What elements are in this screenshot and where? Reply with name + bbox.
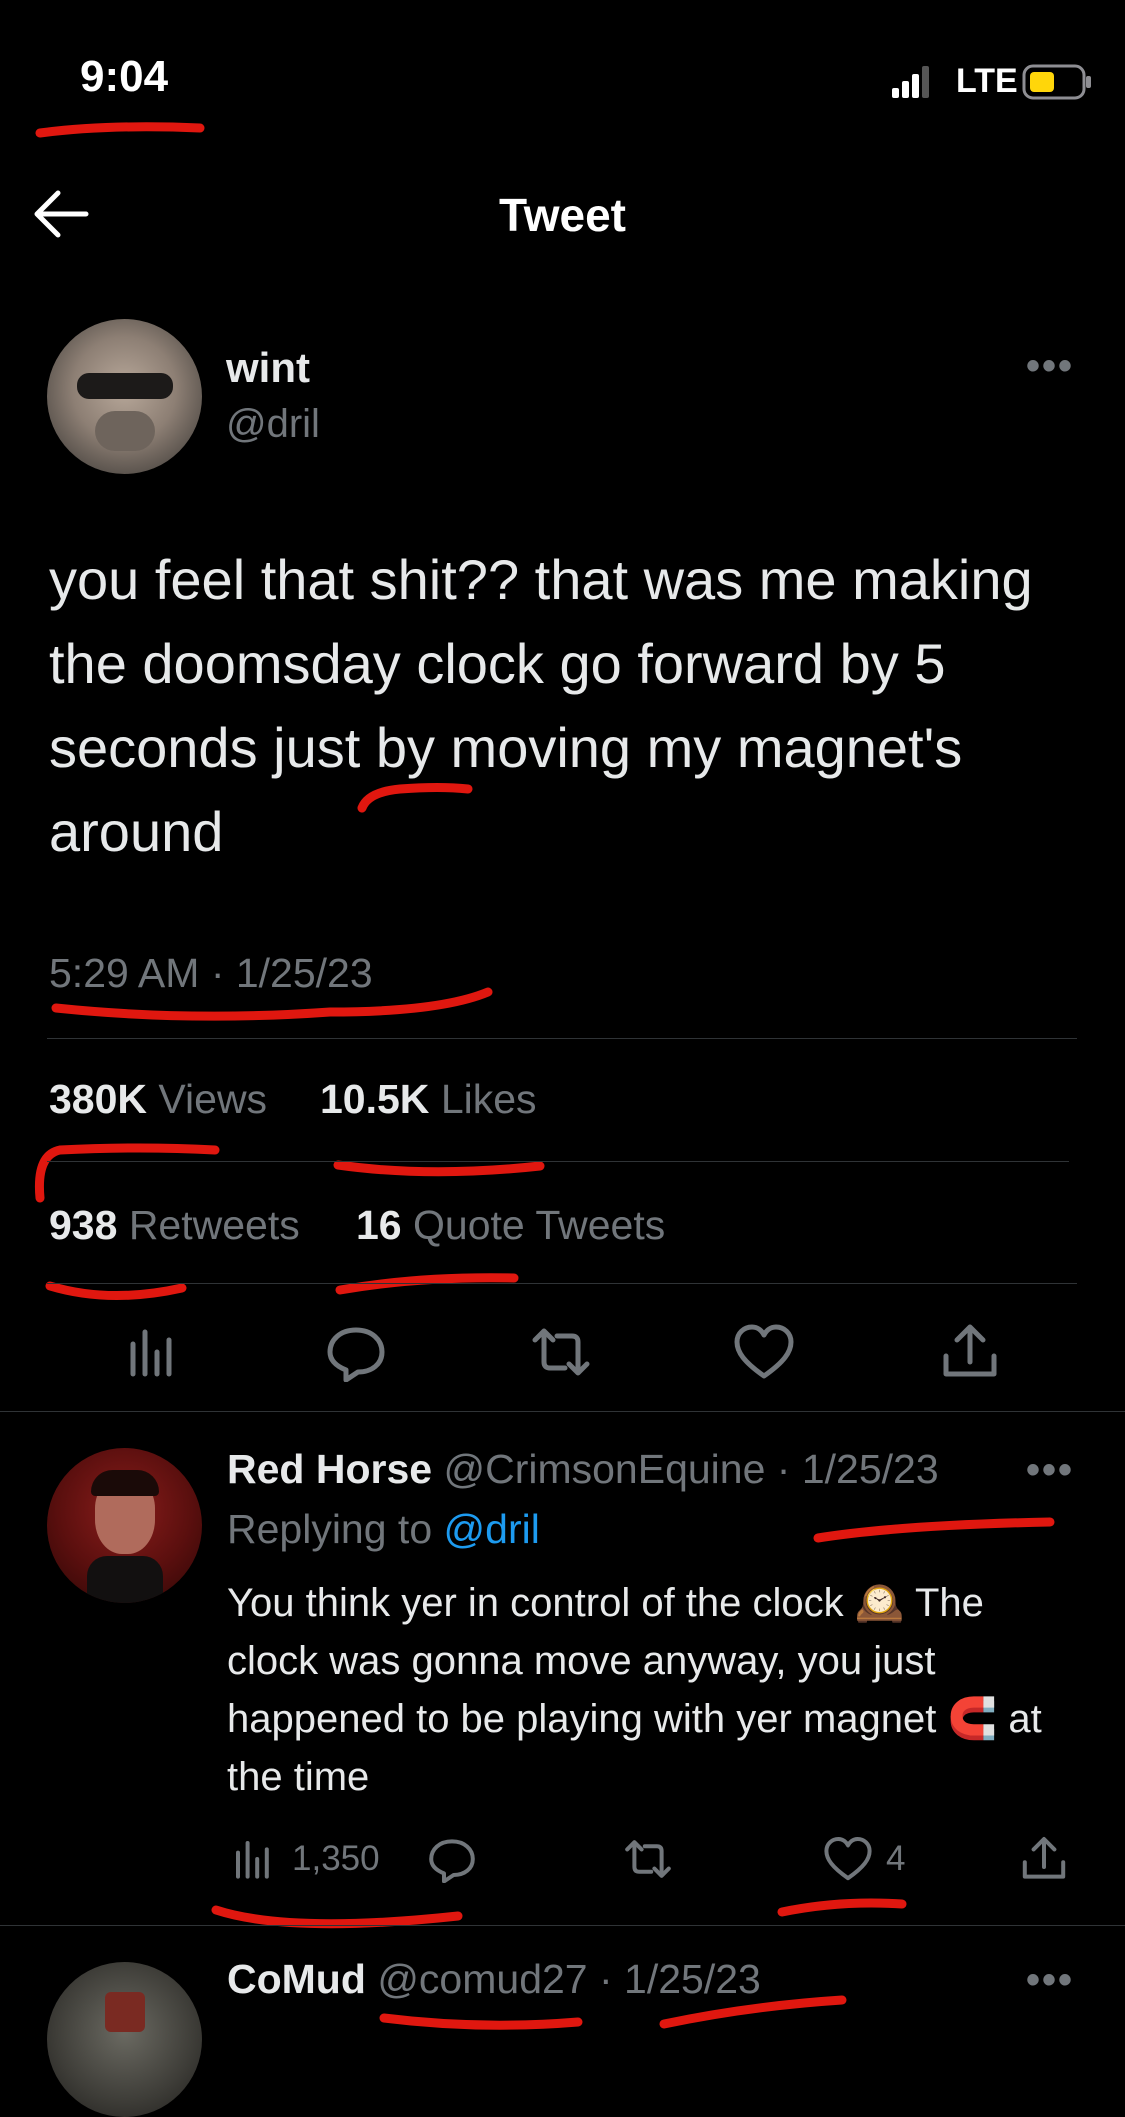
replying-to-link[interactable]: @dril xyxy=(444,1506,540,1552)
reply-reply-button[interactable] xyxy=(428,1834,476,1884)
status-time: 9:04 xyxy=(80,52,169,101)
more-options-icon[interactable]: ••• xyxy=(1026,1448,1074,1493)
reply-icon[interactable] xyxy=(326,1322,386,1383)
likes-stat[interactable]: 10.5K Likes xyxy=(320,1076,537,1123)
views-stat[interactable]: 380K Views xyxy=(49,1076,267,1123)
more-options-icon[interactable]: ••• xyxy=(1026,344,1074,389)
like-icon[interactable] xyxy=(734,1322,794,1382)
reply-date: · 1/25/23 xyxy=(776,1446,939,1492)
reply-like-button[interactable]: 4 xyxy=(824,1834,905,1884)
views-label: Views xyxy=(158,1076,268,1122)
reply-views[interactable]: 1,350 xyxy=(230,1834,380,1884)
avatar[interactable] xyxy=(47,319,202,474)
divider xyxy=(0,1411,1125,1412)
reply-header: Red Horse @CrimsonEquine · 1/25/23 xyxy=(227,1446,939,1493)
retweet-icon xyxy=(625,1840,671,1878)
author-handle[interactable]: @dril xyxy=(226,402,320,447)
like-icon xyxy=(824,1837,872,1881)
likes-count: 10.5K xyxy=(320,1076,430,1122)
retweets-label: Retweets xyxy=(128,1202,300,1248)
page-title: Tweet xyxy=(499,189,626,241)
tweet-text: you feel that shit?? that was me making … xyxy=(49,548,1033,863)
reply-text-part: You think yer in control of the clock xyxy=(227,1581,855,1625)
likes-label: Likes xyxy=(440,1076,537,1122)
network-label: LTE xyxy=(956,62,1018,100)
retweets-count: 938 xyxy=(49,1202,118,1248)
reply-author-name[interactable]: Red Horse xyxy=(227,1446,432,1492)
divider xyxy=(47,1038,1077,1039)
replying-to: Replying to @dril xyxy=(227,1506,540,1553)
divider xyxy=(0,1925,1125,1926)
divider xyxy=(47,1161,1069,1162)
quotes-stat[interactable]: 16 Quote Tweets xyxy=(356,1202,665,1249)
divider xyxy=(47,1283,1077,1284)
reply-text: You think yer in control of the clock 🕰️… xyxy=(227,1574,1057,1806)
reply-avatar[interactable] xyxy=(47,1962,202,2117)
reply-likes-count: 4 xyxy=(886,1839,906,1878)
analytics-icon[interactable] xyxy=(123,1322,183,1382)
replying-prefix: Replying to xyxy=(227,1506,444,1552)
retweets-stat[interactable]: 938 Retweets xyxy=(49,1202,300,1249)
signal-icon xyxy=(892,66,929,98)
reply-author-name[interactable]: CoMud xyxy=(227,1956,366,2002)
reply-author-handle[interactable]: @CrimsonEquine xyxy=(443,1446,765,1492)
battery-icon xyxy=(1022,64,1091,100)
magnet-emoji: 🧲 xyxy=(947,1697,998,1741)
reply-header: CoMud @comud27 · 1/25/23 xyxy=(227,1956,761,2003)
views-count: 380K xyxy=(49,1076,148,1122)
reply-date: · 1/25/23 xyxy=(599,1956,761,2002)
reply-icon xyxy=(429,1839,475,1883)
retweet-icon[interactable] xyxy=(531,1322,591,1382)
reply-share-button[interactable] xyxy=(1020,1834,1068,1884)
mantel-clock-emoji: 🕰️ xyxy=(854,1581,905,1625)
more-options-icon[interactable]: ••• xyxy=(1026,1958,1074,2003)
reply-avatar[interactable] xyxy=(47,1448,202,1603)
quotes-label: Quote Tweets xyxy=(413,1202,666,1248)
share-icon[interactable] xyxy=(940,1322,1000,1382)
author-name[interactable]: wint xyxy=(226,344,310,392)
share-icon xyxy=(1022,1837,1066,1879)
quotes-count: 16 xyxy=(356,1202,402,1248)
annotation-underline xyxy=(35,122,205,138)
reply-author-handle[interactable]: @comud27 xyxy=(377,1956,587,2002)
reply-views-count: 1,350 xyxy=(292,1839,380,1878)
analytics-icon xyxy=(236,1841,269,1879)
reply-retweet-button[interactable] xyxy=(624,1834,672,1884)
tweet-timestamp: 5:29 AM · 1/25/23 xyxy=(49,950,373,996)
